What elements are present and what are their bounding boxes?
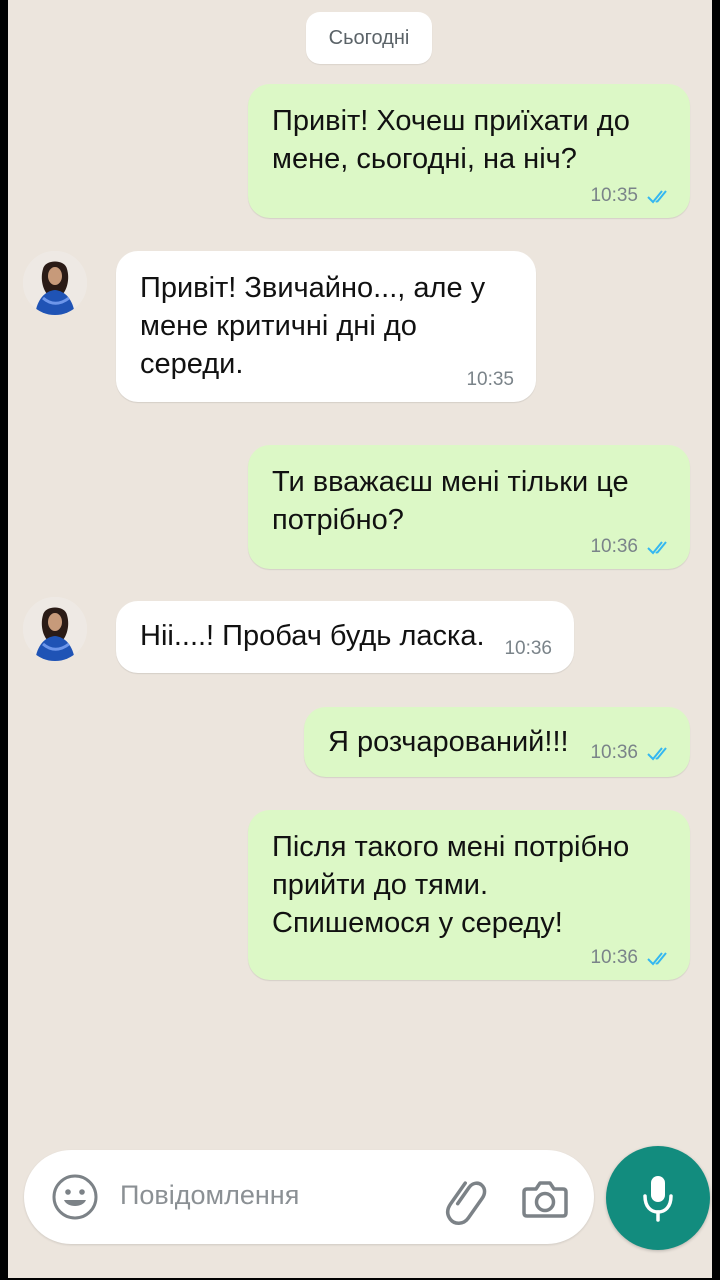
microphone-button[interactable] [606,1146,710,1250]
camera-icon[interactable] [518,1172,572,1226]
message-bubble-incoming[interactable]: Ніі....! Пробач будь ласка. 10:36 [116,601,574,673]
contact-photo-icon [23,597,87,661]
contact-photo-icon [23,251,87,315]
message-text: Ти вважаєш мені тільки це потрібно? [272,466,629,536]
message-meta: 10:36 [504,639,552,659]
contact-avatar[interactable] [23,251,87,315]
message-time: 10:35 [466,369,514,390]
message-text: Я розчарований!!! [328,726,569,758]
message-meta: 10:36 [590,537,676,557]
message-bubble-incoming[interactable]: Привіт! Звичайно..., але у мене критичні… [116,251,536,402]
message-bubble-outgoing[interactable]: Я розчарований!!! 10:36 [304,707,690,777]
microphone-icon [643,1176,673,1222]
emoji-icon[interactable] [50,1172,100,1222]
message-text: Привіт! Звичайно..., але у мене критичні… [140,272,486,380]
message-meta: 10:35 [590,186,676,206]
message-text: Ніі....! Пробач будь ласка. [140,620,485,652]
message-time: 10:36 [504,638,552,659]
contact-avatar[interactable] [23,597,87,661]
double-check-icon [647,190,667,204]
message-text: Привіт! Хочеш приїхати до мене, сьогодні… [272,105,630,175]
double-check-icon [647,747,667,761]
message-meta: 10:36 [590,743,676,763]
message-time: 10:36 [590,742,638,763]
date-separator: Сьогодні [306,12,432,64]
double-check-icon [647,541,667,555]
message-meta: 10:36 [590,948,676,968]
message-input[interactable]: Повідомлення [120,1180,299,1211]
double-check-icon [647,952,667,966]
message-text: Після такого мені потрібно прийти до тям… [272,831,630,939]
message-meta: 10:35 [466,370,514,390]
message-bubble-outgoing[interactable]: Після такого мені потрібно прийти до тям… [248,810,690,980]
paperclip-icon[interactable] [440,1172,494,1226]
message-time: 10:36 [590,536,638,557]
message-time: 10:35 [590,185,638,206]
message-time: 10:36 [590,947,638,968]
message-composer[interactable]: Повідомлення [24,1150,594,1244]
message-bubble-outgoing[interactable]: Привіт! Хочеш приїхати до мене, сьогодні… [248,84,690,218]
chat-screen: Сьогодні Привіт! Хочеш приїхати до мене,… [8,0,712,1278]
message-bubble-outgoing[interactable]: Ти вважаєш мені тільки це потрібно? 10:3… [248,445,690,569]
